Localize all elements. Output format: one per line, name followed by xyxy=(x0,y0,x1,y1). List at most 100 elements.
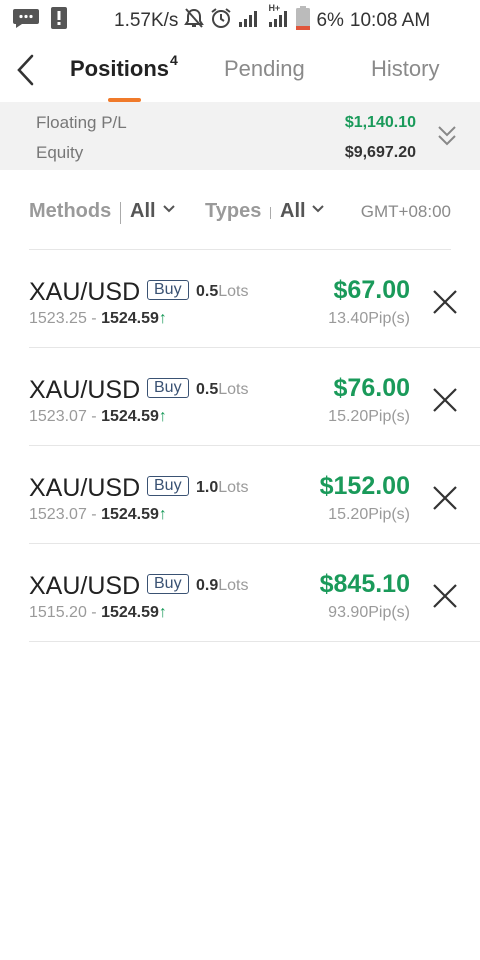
position-row[interactable]: XAU/USD Buy 0.5Lots 1523.25 - 1524.59↑ $… xyxy=(0,250,480,348)
position-row[interactable]: XAU/USD Buy 0.5Lots 1523.07 - 1524.59↑ $… xyxy=(0,348,480,446)
tab-history-label: History xyxy=(371,56,440,81)
lots-unit: Lots xyxy=(218,283,249,300)
alarm-icon xyxy=(210,7,232,35)
close-position-button[interactable] xyxy=(432,289,458,315)
position-lots: 0.5Lots xyxy=(196,283,249,301)
position-pnl: $845.10 xyxy=(319,570,410,598)
tab-positions-label: Positions xyxy=(70,56,170,81)
tab-pending[interactable]: Pending xyxy=(224,56,305,82)
filter-bar: Methods All Types All GMT+08:00 xyxy=(0,196,480,228)
close-icon xyxy=(433,584,457,608)
lots-value: 0.5 xyxy=(196,283,219,300)
types-chevron-down-icon[interactable] xyxy=(311,202,325,216)
battery-icon xyxy=(296,6,311,36)
lots-value: 0.9 xyxy=(196,577,219,594)
mute-icon xyxy=(184,7,205,35)
tab-pending-label: Pending xyxy=(224,56,305,81)
position-lots: 0.5Lots xyxy=(196,381,249,399)
side-badge: Buy xyxy=(147,378,189,398)
close-position-button[interactable] xyxy=(432,485,458,511)
tab-positions[interactable]: Positions4 xyxy=(70,52,178,82)
close-position-button[interactable] xyxy=(432,583,458,609)
price-separator: - xyxy=(86,506,102,523)
position-pips: 15.20Pip(s) xyxy=(328,506,410,523)
close-icon xyxy=(433,486,457,510)
open-price: 1523.07 xyxy=(29,408,87,425)
lots-unit: Lots xyxy=(218,577,249,594)
row-divider xyxy=(29,641,480,642)
floating-pl-value: $1,140.10 xyxy=(344,114,416,131)
up-arrow-icon: ↑ xyxy=(158,604,167,621)
types-dropdown[interactable]: All xyxy=(280,200,306,223)
timezone-label: GMT+08:00 xyxy=(360,202,451,221)
up-arrow-icon: ↑ xyxy=(158,310,167,327)
price-separator: - xyxy=(86,408,102,425)
side-badge: Buy xyxy=(147,574,189,594)
header: Positions4 Pending History xyxy=(0,40,480,102)
position-symbol: XAU/USD xyxy=(29,474,141,502)
position-prices: 1523.07 - 1524.59↑ xyxy=(29,506,167,524)
position-row[interactable]: XAU/USD Buy 1.0Lots 1523.07 - 1524.59↑ $… xyxy=(0,446,480,544)
tab-history[interactable]: History xyxy=(371,56,439,82)
position-lots: 0.9Lots xyxy=(196,577,249,595)
position-prices: 1515.20 - 1524.59↑ xyxy=(29,604,167,622)
methods-chevron-down-icon[interactable] xyxy=(162,202,176,216)
methods-separator xyxy=(120,202,121,224)
status-bar: 1.57K/s H+ 6% 10:08 AM xyxy=(0,0,480,36)
position-row[interactable]: XAU/USD Buy 0.9Lots 1515.20 - 1524.59↑ $… xyxy=(0,544,480,642)
back-button[interactable] xyxy=(12,52,42,88)
equity-value: $9,697.20 xyxy=(344,144,416,161)
account-summary: Floating P/L $1,140.10 Equity $9,697.20 xyxy=(0,102,480,170)
open-price: 1523.25 xyxy=(29,310,87,327)
current-price: 1524.59 xyxy=(101,310,159,327)
double-chevron-down-icon xyxy=(438,126,456,146)
alert-icon xyxy=(50,6,68,35)
side-badge: Buy xyxy=(147,280,189,300)
current-price: 1524.59 xyxy=(101,506,159,523)
expand-button[interactable] xyxy=(436,122,458,150)
floating-pl-label: Floating P/L xyxy=(36,113,127,132)
position-symbol: XAU/USD xyxy=(29,572,141,600)
battery-level: 6% xyxy=(316,10,344,31)
lots-unit: Lots xyxy=(218,479,249,496)
signal-hplus-icon: H+ xyxy=(266,3,290,35)
lots-value: 1.0 xyxy=(196,479,219,496)
position-lots: 1.0Lots xyxy=(196,479,249,497)
position-symbol: XAU/USD xyxy=(29,278,141,306)
position-pnl: $152.00 xyxy=(319,472,410,500)
position-pips: 15.20Pip(s) xyxy=(328,408,410,425)
position-pips: 93.90Pip(s) xyxy=(328,604,410,621)
side-badge: Buy xyxy=(147,476,189,496)
methods-label: Methods xyxy=(29,200,112,222)
up-arrow-icon: ↑ xyxy=(158,408,167,425)
equity-label: Equity xyxy=(36,143,84,162)
up-arrow-icon: ↑ xyxy=(158,506,167,523)
current-price: 1524.59 xyxy=(101,408,159,425)
types-separator xyxy=(270,207,271,219)
position-pips: 13.40Pip(s) xyxy=(328,310,410,327)
methods-dropdown[interactable]: All xyxy=(130,200,156,223)
tab-positions-badge: 4 xyxy=(170,52,178,68)
network-type: H+ xyxy=(268,3,281,13)
price-separator: - xyxy=(86,604,102,621)
close-icon xyxy=(433,388,457,412)
position-symbol: XAU/USD xyxy=(29,376,141,404)
position-pnl: $76.00 xyxy=(333,374,410,402)
net-speed: 1.57K/s xyxy=(114,10,179,31)
lots-unit: Lots xyxy=(218,381,249,398)
position-prices: 1523.25 - 1524.59↑ xyxy=(29,310,167,328)
signal-icon xyxy=(238,8,260,34)
message-icon xyxy=(12,7,40,34)
close-icon xyxy=(433,290,457,314)
chevron-left-icon xyxy=(17,54,34,86)
position-pnl: $67.00 xyxy=(333,276,410,304)
current-price: 1524.59 xyxy=(101,604,159,621)
clock: 10:08 AM xyxy=(349,10,431,31)
close-position-button[interactable] xyxy=(432,387,458,413)
position-prices: 1523.07 - 1524.59↑ xyxy=(29,408,167,426)
lots-value: 0.5 xyxy=(196,381,219,398)
price-separator: - xyxy=(86,310,102,327)
open-price: 1515.20 xyxy=(29,604,87,621)
types-label: Types xyxy=(205,200,262,222)
open-price: 1523.07 xyxy=(29,506,87,523)
